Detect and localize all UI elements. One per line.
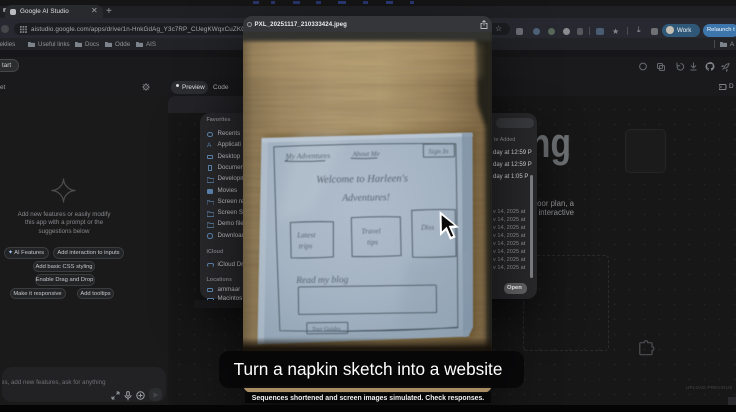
svg-text:tips: tips	[367, 237, 378, 246]
svg-text:Latest: Latest	[296, 230, 316, 239]
svg-text:Read my blog: Read my blog	[295, 275, 349, 286]
svg-text:Travel: Travel	[361, 226, 380, 235]
svg-text:Tour Guides: Tour Guides	[312, 326, 341, 332]
svg-text:Welcome to Harleen's: Welcome to Harleen's	[316, 173, 408, 185]
svg-text:Adventures!: Adventures!	[341, 192, 390, 204]
svg-text:trips: trips	[299, 241, 313, 250]
svg-text:About Me: About Me	[351, 149, 380, 157]
svg-text:Diss: Diss	[420, 222, 435, 231]
svg-text:My Adventures: My Adventures	[284, 151, 330, 161]
svg-text:Sign In: Sign In	[428, 147, 449, 155]
